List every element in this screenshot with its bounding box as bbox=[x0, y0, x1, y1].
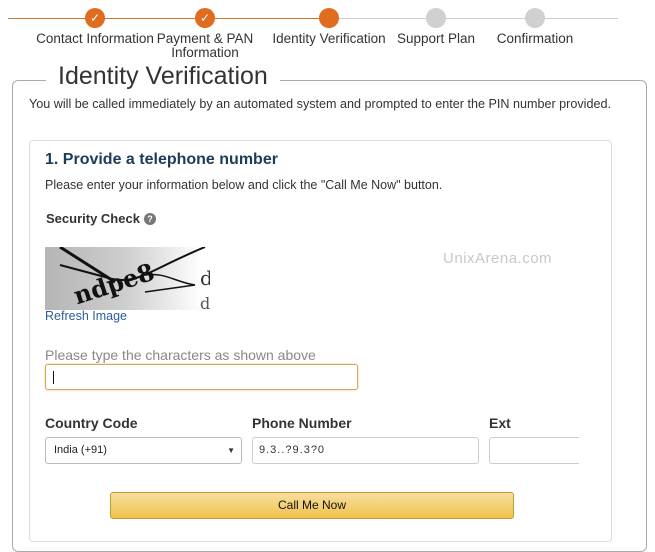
security-check-label: Security Check? bbox=[46, 211, 156, 226]
step-contact-information: ✓ Contact Information bbox=[35, 8, 155, 46]
captcha-image: ndpe8 d d bbox=[45, 247, 210, 310]
dropdown-arrow-icon: ▼ bbox=[227, 446, 235, 455]
check-icon: ✓ bbox=[195, 8, 215, 28]
ext-input[interactable] bbox=[489, 437, 579, 464]
step-payment-pan: ✓ Payment & PAN Information bbox=[145, 8, 265, 60]
svg-text:d: d bbox=[200, 294, 210, 310]
step-identity-verification: Identity Verification bbox=[269, 8, 389, 46]
ext-label: Ext bbox=[489, 415, 511, 431]
step-confirmation: Confirmation bbox=[475, 8, 595, 46]
pending-step-dot-icon bbox=[426, 8, 446, 28]
telephone-card bbox=[29, 140, 612, 542]
step-label: Contact Information bbox=[36, 31, 154, 46]
intro-text: You will be called immediately by an aut… bbox=[29, 97, 611, 111]
country-code-value: India (+91) bbox=[54, 444, 107, 456]
check-icon: ✓ bbox=[85, 8, 105, 28]
svg-text:ndpe8: ndpe8 bbox=[70, 257, 158, 310]
help-icon[interactable]: ? bbox=[143, 213, 156, 225]
page-title: Identity Verification bbox=[46, 62, 280, 91]
svg-text:d: d bbox=[200, 266, 210, 290]
pending-step-dot-icon bbox=[525, 8, 545, 28]
captcha-input[interactable] bbox=[45, 364, 358, 390]
step-label: Identity Verification bbox=[272, 31, 386, 46]
progress-tracker: ✓ Contact Information ✓ Payment & PAN In… bbox=[0, 0, 655, 70]
country-code-label: Country Code bbox=[45, 415, 138, 431]
text-caret bbox=[53, 371, 54, 384]
security-check-text: Security Check bbox=[46, 211, 140, 226]
section-title: 1. Provide a telephone number bbox=[45, 151, 278, 168]
refresh-image-link[interactable]: Refresh Image bbox=[45, 309, 127, 323]
section-description: Please enter your information below and … bbox=[45, 178, 443, 192]
active-step-dot-icon bbox=[319, 8, 339, 28]
step-label: Payment & PAN Information bbox=[156, 31, 254, 60]
captcha-graphic: ndpe8 d d bbox=[59, 247, 210, 310]
country-code-select[interactable]: India (+91) ▼ bbox=[45, 437, 242, 464]
captcha-prompt-label: Please type the characters as shown abov… bbox=[45, 347, 316, 363]
watermark: UnixArena.com bbox=[443, 250, 553, 267]
step-label: Confirmation bbox=[496, 31, 574, 46]
call-me-now-button[interactable]: Call Me Now bbox=[110, 492, 514, 519]
phone-number-label: Phone Number bbox=[252, 415, 352, 431]
phone-number-input[interactable]: 9.3..?9.3?0 bbox=[252, 437, 479, 464]
